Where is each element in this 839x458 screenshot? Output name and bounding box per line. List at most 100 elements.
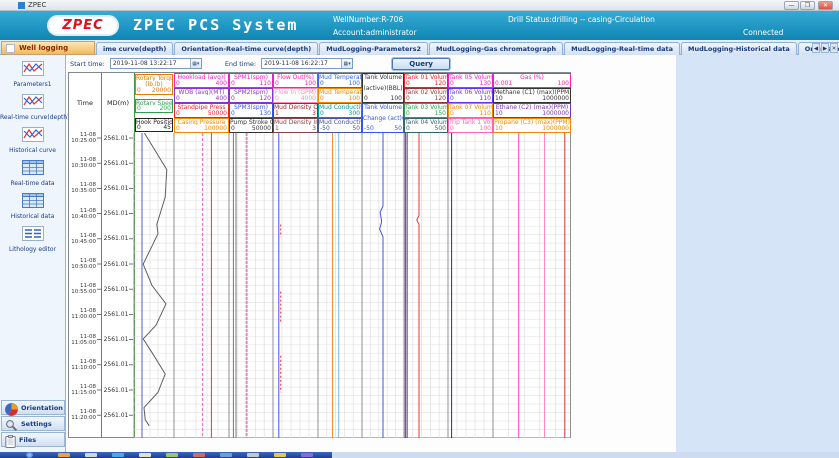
well-logging-button[interactable]: Well logging bbox=[1, 41, 95, 55]
curve-min: 0 bbox=[137, 105, 141, 112]
os-taskbar[interactable] bbox=[0, 452, 839, 458]
taskbar-icon[interactable] bbox=[139, 453, 151, 457]
taskbar-icon[interactable] bbox=[220, 453, 232, 457]
curve-icon bbox=[0, 61, 65, 80]
sidebar-item-real-time-curve-depth[interactable]: Real-time curve(depth) bbox=[0, 94, 65, 121]
sidebar-item-label: Real-time curve(depth) bbox=[0, 114, 65, 121]
time-label: 11-0811:05:00 bbox=[71, 334, 96, 346]
tab-orientation-real-time-curve-depth[interactable]: Orientation-Real-time curve(depth) bbox=[174, 42, 318, 55]
curve-range: 0100 bbox=[449, 125, 492, 132]
tab-scroll-left-icon[interactable]: ◀ bbox=[812, 43, 820, 53]
taskbar-icon[interactable] bbox=[112, 453, 124, 457]
taskbar-icon[interactable] bbox=[85, 453, 97, 457]
curve-header-flow-in-gpm: Flow In (GPM)04000 bbox=[273, 88, 318, 103]
md-label: 2561.01 bbox=[103, 336, 129, 343]
time-label: 11-0810:30:00 bbox=[71, 157, 96, 169]
settings-icon bbox=[5, 417, 18, 430]
curve-name-line2: (active)(BBL) bbox=[363, 85, 403, 96]
tab-mudlogging-parameters2[interactable]: MudLogging-Parameters2 bbox=[319, 42, 428, 55]
tab-scroll-right-icon[interactable]: ▶ bbox=[821, 43, 829, 53]
start-orb-icon[interactable] bbox=[26, 452, 33, 458]
taskbar-icon[interactable] bbox=[166, 453, 178, 457]
curve-range: 0100 bbox=[363, 95, 403, 102]
files-button[interactable]: Files bbox=[1, 432, 65, 447]
curve-header-rotary-torque-dan: Rotary Torque(daN(lb.lb)020000 bbox=[135, 74, 173, 95]
curve-header-tank-02-volume: Tank 02 Volume0120 bbox=[404, 88, 448, 103]
sidebar-item-parameters1[interactable]: Parameters1 bbox=[0, 61, 65, 88]
curve-max: 400 bbox=[216, 80, 227, 87]
tab-mudlogging-historical-data[interactable]: MudLogging-Historical data bbox=[681, 42, 797, 55]
curve-header-pump-stroke-c: Pump Stroke C050000 bbox=[229, 118, 273, 133]
curve-header-spm2-spm: SPM2(spm)0120 bbox=[229, 88, 273, 103]
curve-range: 0 200 bbox=[136, 105, 172, 112]
taskbar-open-window[interactable] bbox=[332, 452, 839, 458]
taskbar-icon[interactable] bbox=[58, 453, 70, 457]
taskbar-icon[interactable] bbox=[301, 453, 313, 457]
query-button[interactable]: Query bbox=[392, 58, 450, 70]
zpec-logo: ZPEC bbox=[47, 15, 119, 36]
curve-header-casing-pressure: Casing Pressure0100000 bbox=[174, 118, 229, 133]
app-title: ZPEC PCS System bbox=[133, 16, 298, 34]
curve-chart: Time MD(m) Rotary Torque(daN(lb.lb)02000… bbox=[68, 72, 571, 438]
time-column-header: Time bbox=[69, 73, 101, 133]
time-label: 11-0810:55:00 bbox=[71, 283, 96, 295]
sidebar-item-historical-curve[interactable]: Historical curve bbox=[0, 127, 65, 154]
curve-header-tank-06-volume: Tank 06 Volume0110 bbox=[448, 88, 493, 103]
curve-name: Tank Volume bbox=[363, 74, 403, 85]
curve-header-tank-03-volume: Tank 03 Volume0150 bbox=[404, 103, 448, 118]
orientation-button[interactable]: Orientation bbox=[1, 400, 65, 415]
taskbar-icon[interactable] bbox=[193, 453, 205, 457]
close-button[interactable]: ✕ bbox=[818, 1, 833, 10]
tab-ime-curve-depth[interactable]: ime curve(depth) bbox=[96, 42, 173, 55]
curve-min: -50 bbox=[364, 125, 374, 132]
end-time-input[interactable]: 2019-11-08 16:22:17 ▦▾ bbox=[261, 58, 353, 69]
settings-button[interactable]: Settings bbox=[1, 416, 65, 431]
curve-range: 13 bbox=[274, 125, 317, 132]
app-icon bbox=[18, 2, 25, 9]
md-label: 2561.01 bbox=[103, 311, 129, 318]
curve-range: 0150 bbox=[405, 110, 447, 117]
start-time-input[interactable]: 2019-11-08 13:22:17 ▦▾ bbox=[110, 58, 202, 69]
curve-min: 0 bbox=[406, 125, 410, 132]
calendar-dropdown-icon[interactable]: ▦▾ bbox=[190, 59, 201, 68]
maximize-button[interactable]: ❐ bbox=[800, 1, 815, 10]
curve-range: 020000 bbox=[136, 87, 172, 94]
sidebar-item-real-time-data[interactable]: Real-time data bbox=[0, 160, 65, 187]
well-logging-label: Well logging bbox=[19, 44, 68, 52]
tab-mudlogging-real-time-data[interactable]: MudLogging-Real-time data bbox=[564, 42, 680, 55]
sidebar-item-lithology-editor[interactable]: Lithology editor bbox=[0, 226, 65, 253]
curve-range: 0300 bbox=[319, 110, 361, 117]
curve-range: 050000 bbox=[175, 110, 228, 117]
tab-strip: Well logging ime curve(depth)Orientation… bbox=[0, 40, 839, 55]
zpec-logo-text: ZPEC bbox=[62, 18, 103, 33]
sidebar-item-label: Historical curve bbox=[0, 147, 65, 154]
curve-max: 1000000 bbox=[542, 95, 569, 102]
curve-range: 0120 bbox=[405, 95, 447, 102]
curve-range: 0100000 bbox=[175, 125, 228, 132]
drill-status: Drill Status:drilling -- casing-Circulat… bbox=[508, 15, 655, 24]
curve-header-hook-position-m: Hook Position(m)045 bbox=[135, 118, 173, 132]
button-label: Files bbox=[19, 436, 36, 444]
curve-min: 0 bbox=[406, 80, 410, 87]
curve-min: 0 bbox=[450, 80, 454, 87]
curve-min: 0 bbox=[364, 95, 368, 102]
curve-range: 050000 bbox=[230, 125, 272, 132]
sidebar-item-historical-data[interactable]: Historical data bbox=[0, 193, 65, 220]
taskbar-icon[interactable] bbox=[247, 453, 259, 457]
tab-mudlogging-gas-chromatograph[interactable]: MudLogging-Gas chromatograph bbox=[429, 42, 563, 55]
curve-max: 200 bbox=[160, 105, 171, 112]
tab-close-icon[interactable]: ✕ bbox=[830, 43, 838, 53]
calendar-dropdown-icon[interactable]: ▦▾ bbox=[341, 59, 352, 68]
button-label: Orientation bbox=[21, 404, 63, 412]
curve-range: 13 bbox=[274, 110, 317, 117]
curve-max: 100 bbox=[558, 80, 569, 87]
time-label: 11-0811:10:00 bbox=[71, 359, 96, 371]
curve-name: Tank Volume bbox=[363, 104, 403, 115]
curve-header-tank-07-volume: Tank 07 Volume0110 bbox=[448, 103, 493, 118]
taskbar-icon[interactable] bbox=[274, 453, 286, 457]
curve-header-spm3-spm: SPM3(spm)0130 bbox=[229, 103, 273, 118]
curve-header-tank-01-volume: Tank 01 Volume0120 bbox=[404, 73, 448, 88]
minimize-button[interactable]: — bbox=[784, 1, 799, 10]
md-label: 2561.01 bbox=[103, 286, 129, 293]
md-column-header: MD(m) bbox=[102, 73, 134, 133]
